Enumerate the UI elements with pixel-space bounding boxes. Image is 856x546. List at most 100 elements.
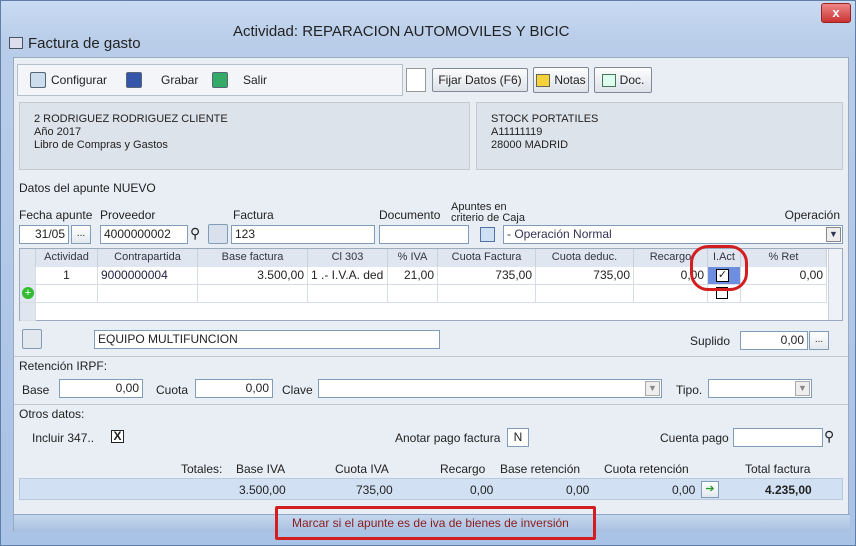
configurar-label: Configurar <box>51 73 108 87</box>
document-icon <box>601 73 616 87</box>
cell-cuota-deduc[interactable]: 735,00 <box>536 267 634 285</box>
cell-empty[interactable] <box>741 285 827 303</box>
notas-button[interactable]: Notas <box>533 67 589 93</box>
total-cuota-value: 735,00 <box>356 483 393 497</box>
total-cuotaret-value: 0,00 <box>672 483 696 497</box>
cell-cl303[interactable]: 1 .- I.V.A. ded <box>308 267 388 285</box>
total-baseret-label: Base retención <box>500 462 581 476</box>
edit-row-icon[interactable] <box>20 267 36 285</box>
total-baseret-value: 0,00 <box>566 483 590 497</box>
configurar-button[interactable]: Configurar <box>30 72 107 88</box>
cuenta-input[interactable] <box>733 428 823 447</box>
col-cuota-deduc[interactable]: Cuota deduc. <box>536 249 634 267</box>
grabar-button[interactable]: Grabar <box>126 72 198 88</box>
grid-scrollbar[interactable] <box>828 249 842 320</box>
fecha-picker-button[interactable]: ... <box>71 225 91 244</box>
col-cuota-factura[interactable]: Cuota Factura <box>438 249 536 267</box>
documento-input[interactable] <box>379 225 469 244</box>
form-title: Factura de gasto <box>9 35 141 52</box>
caja-label-2: criterio de Caja <box>451 212 525 224</box>
concepto-input[interactable]: EQUIPO MULTIFUNCION <box>94 330 440 349</box>
factura-input[interactable]: 123 <box>231 225 375 244</box>
toolbar: Configurar Grabar Salir <box>17 64 403 96</box>
grabar-label: Grabar <box>161 73 199 87</box>
irpf-base-label: Base <box>22 383 50 397</box>
form-title-text: Factura de gasto <box>28 35 141 52</box>
anotar-label: Anotar pago factura <box>395 431 501 445</box>
col-iva[interactable]: % IVA <box>388 249 438 267</box>
total-base-value: 3.500,00 <box>239 483 286 497</box>
app-window: Actividad: REPARACION AUTOMOVILES Y BICI… <box>0 0 856 546</box>
chevron-down-icon[interactable]: ▼ <box>826 227 841 242</box>
fecha-input[interactable]: 31/05 <box>19 225 69 244</box>
cell-iva[interactable]: 21,00 <box>388 267 438 285</box>
col-actividad[interactable]: Actividad <box>36 249 98 267</box>
total-recargo-value: 0,00 <box>470 483 494 497</box>
proveedor-input[interactable]: 4000000002 <box>100 225 188 244</box>
save-icon <box>126 72 142 88</box>
notes-icon <box>536 73 551 87</box>
caja-label: Apuntes en criterio de Caja <box>451 202 525 224</box>
totals-bar: 3.500,00 735,00 0,00 0,00 0,00 ➔ 4.235,0… <box>19 478 843 500</box>
cell-cuota-factura[interactable]: 735,00 <box>438 267 536 285</box>
irpf-tipo-select[interactable]: ▼ <box>708 379 812 398</box>
search-icon[interactable]: ⚲ <box>190 225 200 242</box>
form-icon <box>9 37 23 49</box>
irpf-cuota-input[interactable]: 0,00 <box>195 379 273 398</box>
window-title: Actividad: REPARACION AUTOMOVILES Y BICI… <box>233 23 570 40</box>
anotar-input[interactable]: N <box>507 428 529 447</box>
cell-empty[interactable] <box>36 285 98 303</box>
configure-icon <box>30 72 46 88</box>
salir-label: Salir <box>243 73 268 87</box>
cell-empty[interactable] <box>98 285 198 303</box>
arrow-right-icon[interactable]: ➔ <box>701 481 719 498</box>
header-corner <box>20 249 36 267</box>
suplido-label: Suplido <box>690 334 731 348</box>
col-contrapartida[interactable]: Contrapartida <box>98 249 198 267</box>
add-row-icon[interactable]: + <box>20 285 36 303</box>
cell-empty[interactable] <box>388 285 438 303</box>
total-cuotaret-label: Cuota retención <box>604 462 689 476</box>
chevron-down-icon[interactable]: ▼ <box>645 381 660 396</box>
client-name: 2 RODRIGUEZ RODRIGUEZ CLIENTE <box>34 113 228 125</box>
col-base[interactable]: Base factura <box>198 249 308 267</box>
fijar-datos-button[interactable]: Fijar Datos (F6) <box>432 68 528 92</box>
factura-label: Factura <box>233 208 274 222</box>
person-icon[interactable] <box>208 224 228 244</box>
supplier-address: 28000 MADRID <box>491 139 569 151</box>
cell-ret[interactable]: 0,00 <box>741 267 827 285</box>
incluir-label: Incluir 347.. <box>32 431 95 445</box>
cell-contrapartida[interactable]: 9000000004 <box>98 267 198 285</box>
cell-base[interactable]: 3.500,00 <box>198 267 308 285</box>
search-icon[interactable]: ⚲ <box>824 428 834 445</box>
incluir-checkbox[interactable]: X <box>111 430 124 443</box>
cuenta-label: Cuenta pago <box>660 431 729 445</box>
table-row[interactable] <box>20 303 842 321</box>
client-year: Año 2017 <box>34 126 82 138</box>
fijar-checkbox[interactable] <box>406 68 426 92</box>
close-button[interactable]: x <box>821 3 851 23</box>
otros-heading: Otros datos: <box>14 404 848 421</box>
cell-empty[interactable] <box>438 285 536 303</box>
col-ret[interactable]: % Ret <box>741 249 827 267</box>
salir-button[interactable]: Salir <box>212 72 267 88</box>
irpf-tipo-label: Tipo. <box>676 383 703 397</box>
suplido-button[interactable]: ... <box>809 331 829 350</box>
apunte-heading: Datos del apunte NUEVO <box>19 181 156 195</box>
main-panel: Configurar Grabar Salir Fijar Datos (F6)… <box>13 57 850 540</box>
col-cl303[interactable]: Cl 303 <box>308 249 388 267</box>
chevron-down-icon[interactable]: ▼ <box>795 381 810 396</box>
cell-empty[interactable] <box>198 285 308 303</box>
trash-icon[interactable] <box>22 329 42 349</box>
cell-empty[interactable] <box>536 285 634 303</box>
irpf-base-input[interactable]: 0,00 <box>59 379 143 398</box>
cell-actividad[interactable]: 1 <box>36 267 98 285</box>
cell-empty[interactable] <box>308 285 388 303</box>
doc-button[interactable]: Doc. <box>594 67 652 93</box>
caja-checkbox[interactable] <box>480 227 495 242</box>
suplido-input[interactable]: 0,00 <box>740 331 808 350</box>
row-selector[interactable] <box>20 303 36 321</box>
irpf-clave-select[interactable]: ▼ <box>318 379 662 398</box>
operacion-select[interactable]: - Operación Normal ▼ <box>503 225 843 244</box>
supplier-card: STOCK PORTATILES A11111119 28000 MADRID <box>476 102 843 170</box>
